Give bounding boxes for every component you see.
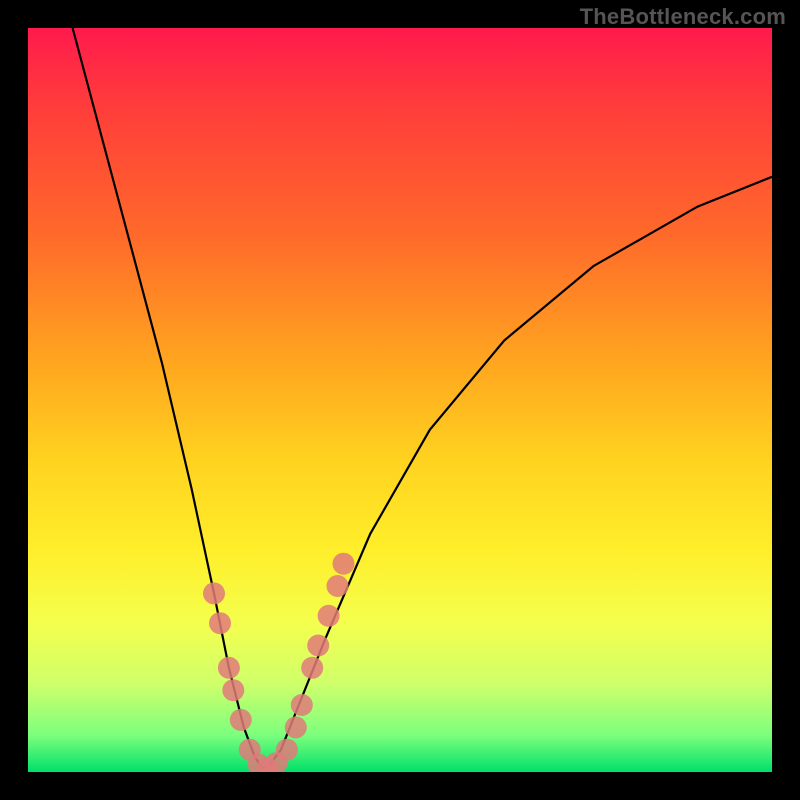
curve-layer — [28, 28, 772, 772]
curve-dot — [291, 694, 313, 716]
plot-area — [28, 28, 772, 772]
curve-dot — [301, 657, 323, 679]
curve-dot — [318, 605, 340, 627]
curve-dot — [209, 612, 231, 634]
curve-dot — [218, 657, 240, 679]
curve-dot — [276, 739, 298, 761]
bottleneck-curve — [73, 28, 772, 768]
curve-dot — [266, 752, 288, 772]
curve-dot — [327, 575, 349, 597]
curve-dot — [307, 635, 329, 657]
chart-container: TheBottleneck.com — [0, 0, 800, 800]
curve-dot — [248, 754, 270, 772]
curve-dot — [257, 757, 279, 772]
curve-dot — [239, 739, 261, 761]
watermark-text: TheBottleneck.com — [580, 4, 786, 30]
curve-dot — [203, 582, 225, 604]
curve-dots — [203, 553, 355, 772]
curve-dot — [333, 553, 355, 575]
curve-dot — [222, 679, 244, 701]
curve-dot — [285, 716, 307, 738]
curve-dot — [230, 709, 252, 731]
